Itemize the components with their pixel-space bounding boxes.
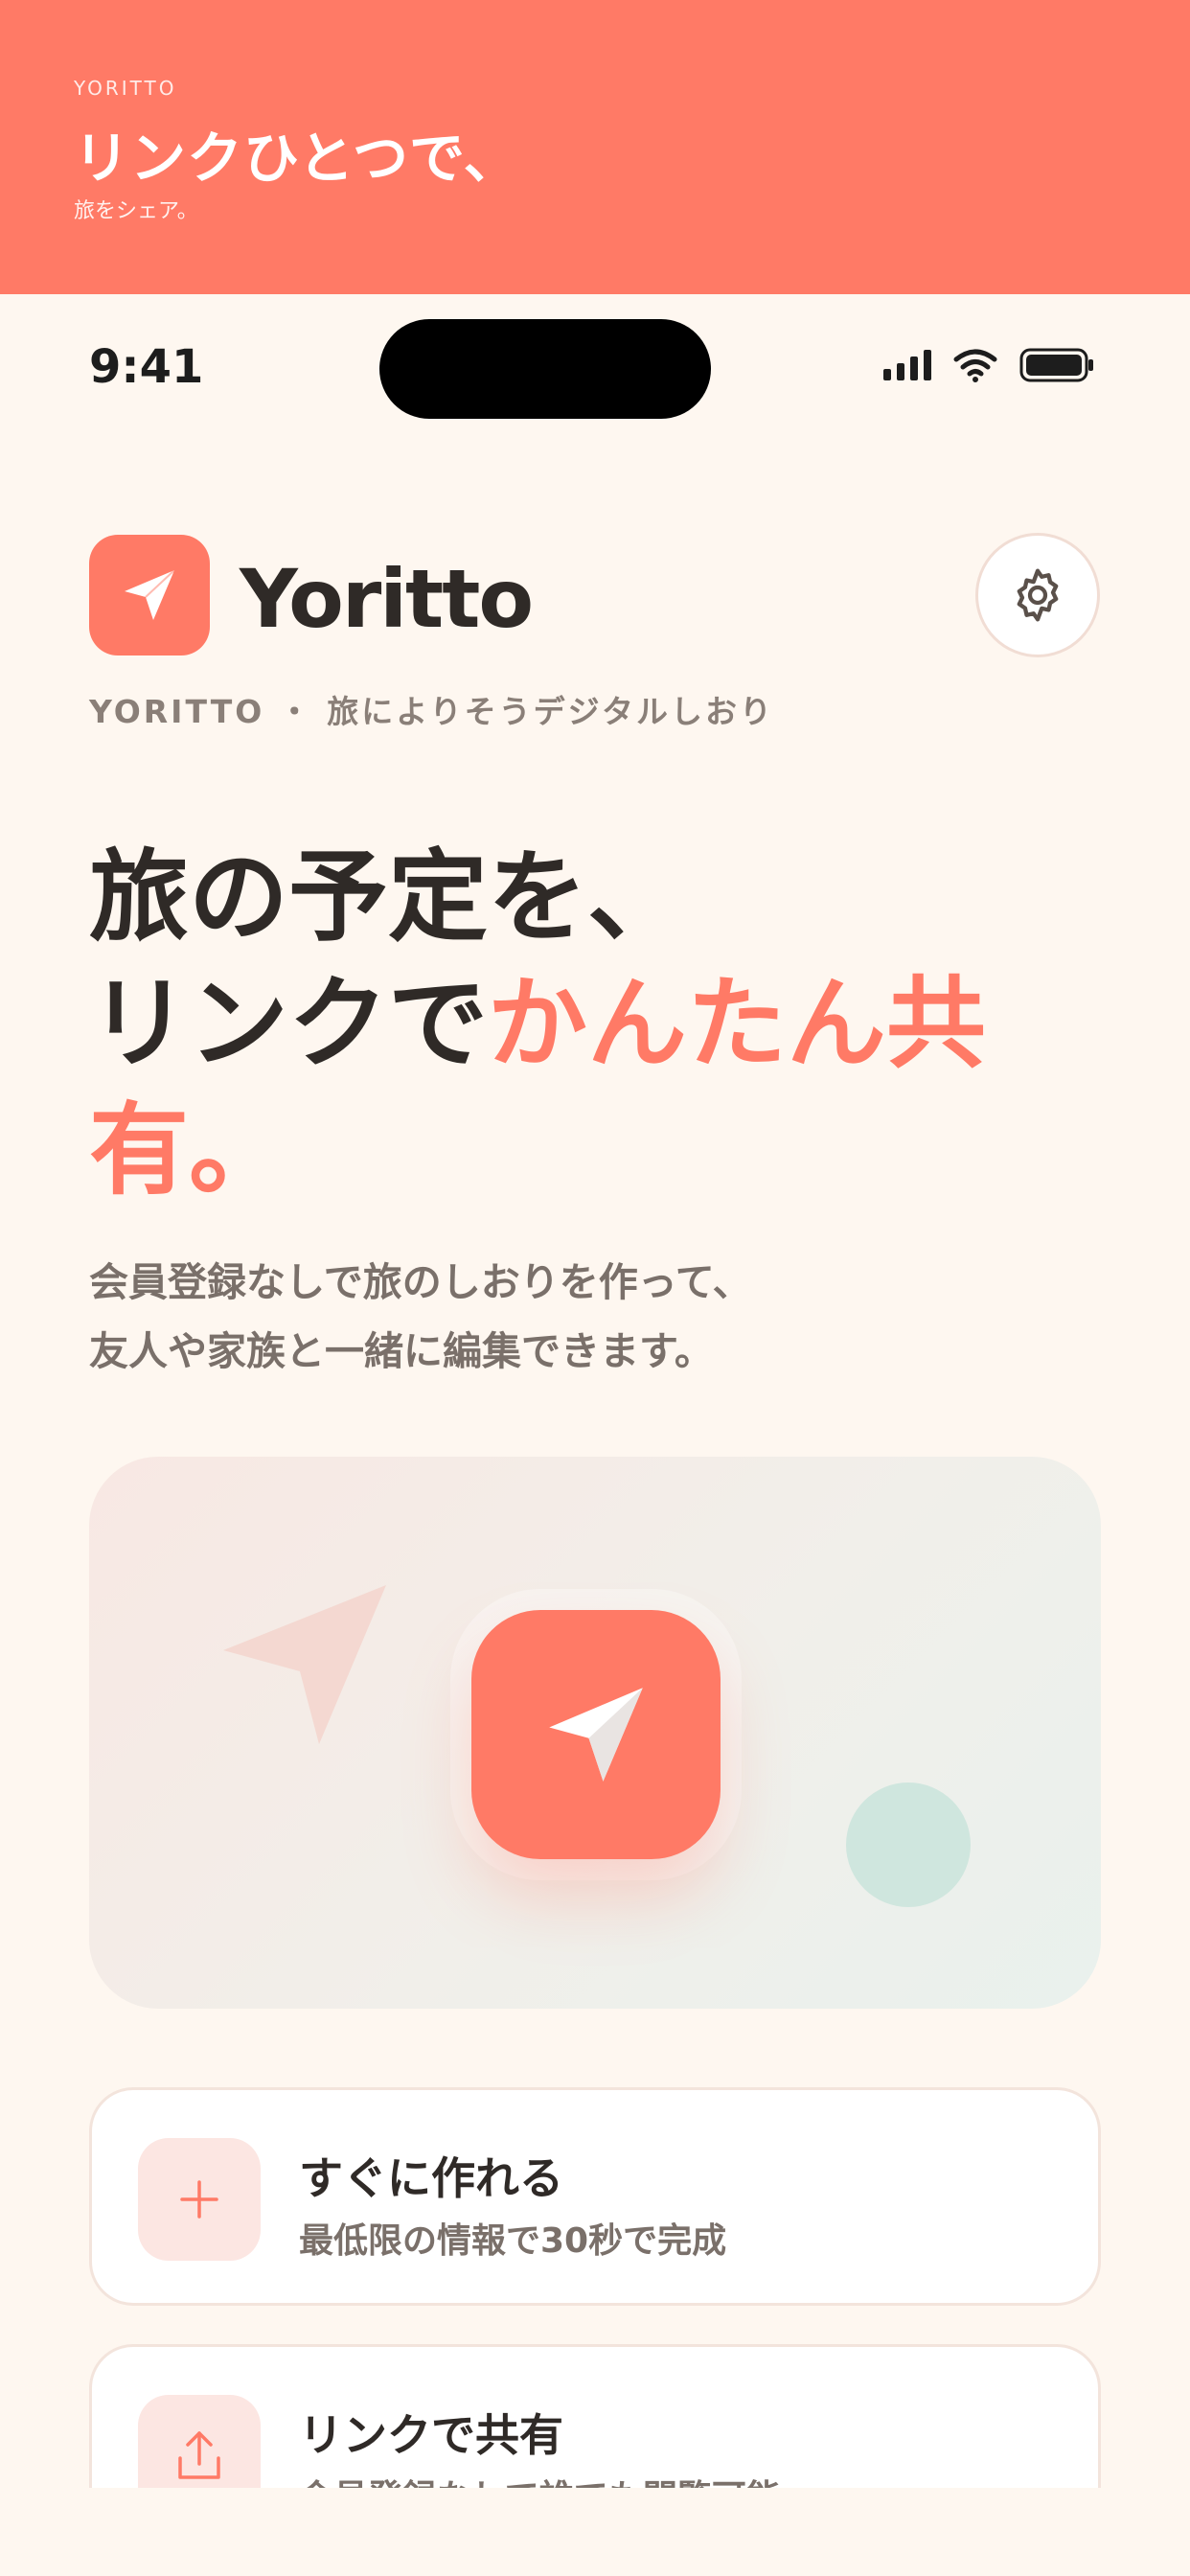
app-tagline: YORITTO ・ 旅によりそうデジタルしおり: [89, 693, 774, 730]
status-time: 9:41: [89, 340, 204, 394]
paper-plane-icon: [549, 1688, 643, 1782]
banner-eyebrow: YORITTO: [74, 77, 177, 100]
promo-banner: YORITTO リンクひとつで、 旅をシェア。: [0, 0, 1190, 294]
bottom-safe-area: [0, 2488, 1190, 2576]
decorative-circle: [846, 1782, 971, 1907]
gear-icon: [1017, 568, 1059, 622]
hero-illustration: [89, 1457, 1101, 2009]
hero-title-line-1: 旅の予定を、: [89, 839, 688, 955]
battery-icon: [1019, 348, 1093, 382]
illustration-app-icon: [471, 1610, 721, 1859]
dynamic-island: [379, 319, 711, 419]
settings-button[interactable]: [975, 533, 1100, 657]
wifi-icon: [953, 349, 997, 382]
hero-description-line-1: 会員登録なしで旅のしおりを作って、: [89, 1259, 752, 1305]
feature-title: すぐに作れる: [299, 2152, 563, 2204]
hero-title: 旅の予定を、 リンクでかんたん共有。: [89, 834, 1105, 1213]
status-icons: [883, 347, 1094, 383]
feature-icon-box: [138, 2138, 261, 2261]
plus-icon: [180, 2180, 218, 2219]
app-logo: [89, 535, 210, 656]
hero-description: 会員登録なしで旅のしおりを作って、 友人や家族と一緒に編集できます。: [89, 1248, 1105, 1386]
app-name: Yoritto: [240, 552, 534, 646]
feature-card-create[interactable]: すぐに作れる 最低限の情報で30秒で完成: [89, 2087, 1101, 2306]
cellular-signal-icon: [883, 350, 931, 380]
feature-description: 最低限の情報で30秒で完成: [299, 2221, 727, 2261]
banner-subtitle: 旅をシェア。: [74, 199, 198, 223]
hero-title-line-2: リンクでかんたん共有。: [89, 960, 1105, 1213]
background-paper-plane-icon: [223, 1585, 386, 1744]
banner-headline: リンクひとつで、: [74, 126, 520, 191]
paper-plane-icon: [125, 569, 175, 620]
share-icon: [178, 2431, 220, 2479]
feature-title: リンクで共有: [299, 2409, 563, 2461]
hero-description-line-2: 友人や家族と一緒に編集できます。: [89, 1328, 714, 1374]
hero-title-plain: リンクで: [89, 965, 489, 1082]
